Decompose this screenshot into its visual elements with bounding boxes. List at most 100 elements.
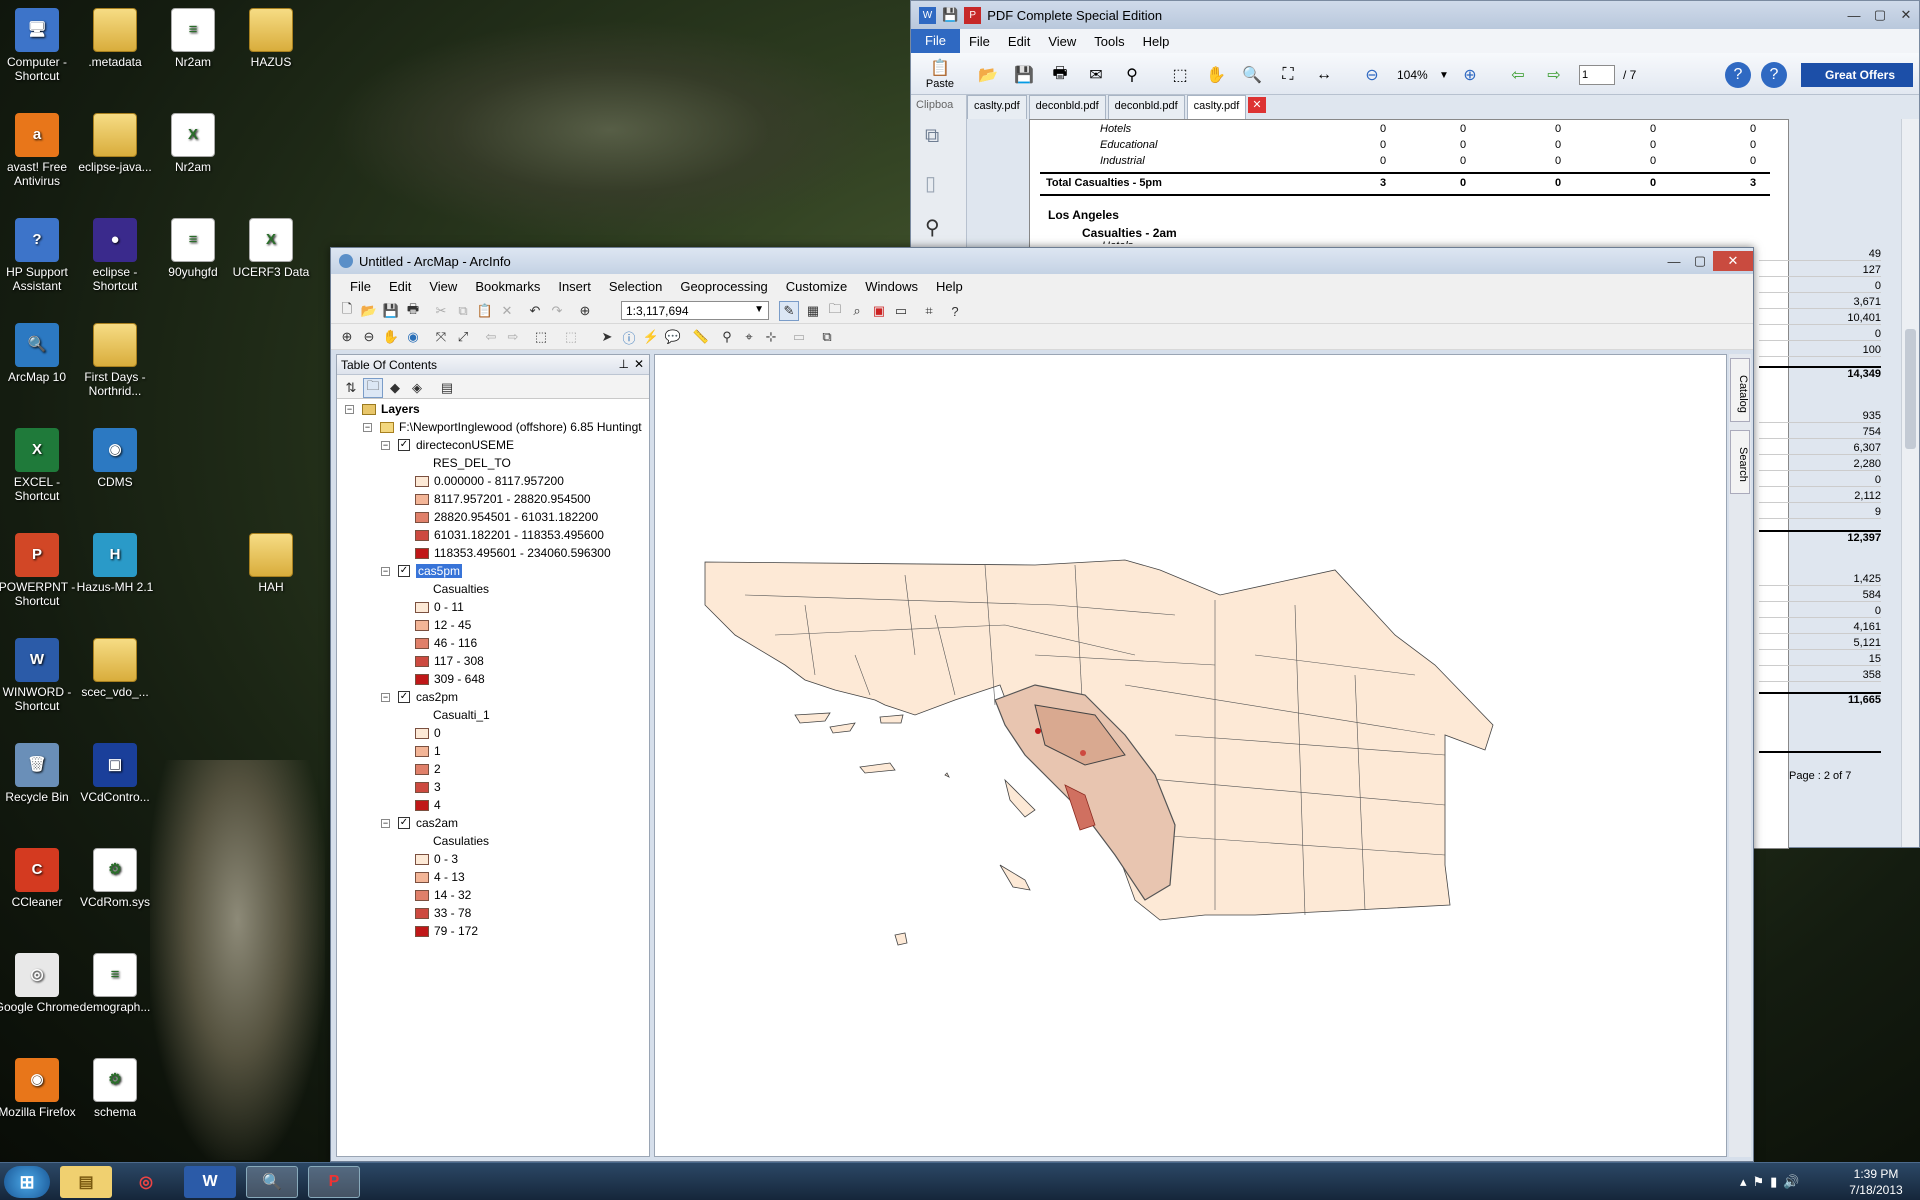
toc-group-layer[interactable]: − F:\NewportInglewood (offshore) 6.85 Hun… — [363, 419, 642, 435]
fit-width-icon[interactable]: ↔ — [1311, 62, 1337, 88]
hyperlink-icon[interactable]: ⚡ — [641, 327, 661, 347]
forward-icon[interactable]: ⇨ — [503, 327, 523, 347]
desktop-icon[interactable]: eclipse-java... — [71, 113, 159, 174]
desktop-icon[interactable]: ≡ demograph... — [71, 953, 159, 1014]
model-builder-icon[interactable]: ⌗ — [919, 301, 939, 321]
time-slider-icon[interactable]: ▭ — [789, 327, 809, 347]
pin-icon[interactable]: ⊥ — [619, 357, 629, 371]
paste-button[interactable]: 📋 Paste — [923, 55, 957, 93]
select-elements-icon[interactable]: ➤ — [597, 327, 617, 347]
tray-icons[interactable]: ▴⚑▮🔊 — [1740, 1174, 1806, 1190]
start-button[interactable]: ⊞ — [4, 1166, 50, 1198]
list-by-visibility-icon[interactable]: ◆ — [385, 378, 405, 398]
open-icon[interactable]: 📂 — [975, 62, 1001, 88]
save-icon[interactable]: 💾 — [381, 301, 401, 321]
toc-layer[interactable]: − ✓ directeconUSEME — [381, 437, 514, 453]
desktop-icon[interactable]: ◎ Google Chrome — [0, 953, 81, 1014]
desktop-icon[interactable]: W WINWORD - Shortcut — [0, 638, 81, 713]
menu-file[interactable]: File — [911, 29, 960, 53]
toc-layer[interactable]: − ✓ cas5pm — [381, 563, 463, 579]
python-icon[interactable]: ▭ — [891, 301, 911, 321]
email-icon[interactable]: ✉ — [1083, 62, 1109, 88]
desktop-icon[interactable]: ≡ Nr2am — [149, 8, 237, 69]
collapse-icon[interactable]: − — [345, 404, 354, 414]
menu-help[interactable]: Help — [1134, 34, 1179, 49]
chevron-down-icon[interactable]: ▼ — [1431, 62, 1457, 88]
close-tab-icon[interactable]: ✕ — [1248, 97, 1266, 113]
redo-icon[interactable]: ↷ — [547, 301, 567, 321]
menu-file-2[interactable]: File — [960, 34, 999, 49]
html-popup-icon[interactable]: 💬 — [663, 327, 683, 347]
menu-windows[interactable]: Windows — [856, 279, 927, 294]
back-icon[interactable]: ⇦ — [481, 327, 501, 347]
desktop-icon[interactable]: First Days - Northrid... — [71, 323, 159, 398]
undo-icon[interactable]: ↶ — [525, 301, 545, 321]
desktop-icon[interactable]: a avast! Free Antivirus — [0, 113, 81, 188]
explorer-taskbar-icon[interactable]: ▤ — [60, 1166, 112, 1198]
print-icon[interactable]: 🖶 — [403, 301, 423, 321]
toc-layer[interactable]: − ✓ cas2pm — [381, 689, 458, 705]
help-alt-icon[interactable]: ? — [1761, 62, 1787, 88]
find-icon[interactable]: ⚲ — [1119, 62, 1145, 88]
pdf-title-bar[interactable]: W 💾 P PDF Complete Special Edition — ▢ ✕ — [911, 1, 1919, 29]
great-offers-button[interactable]: Great Offers — [1801, 63, 1913, 87]
layer-visibility-checkbox[interactable]: ✓ — [398, 817, 410, 829]
desktop-icon[interactable]: ▣ VCdContro... — [71, 743, 159, 804]
identify-icon[interactable]: ⓘ — [619, 327, 639, 347]
menu-edit[interactable]: Edit — [999, 34, 1039, 49]
save-icon[interactable]: 💾 — [942, 7, 958, 23]
menu-help[interactable]: Help — [927, 279, 972, 294]
next-page-icon[interactable]: ⇨ — [1541, 62, 1567, 88]
arctoolbox-icon[interactable]: ▣ — [869, 301, 889, 321]
find-route-icon[interactable]: ⌖ — [739, 327, 759, 347]
full-extent-icon[interactable]: ◉ — [403, 327, 423, 347]
pdf-tab[interactable]: caslty.pdf — [1186, 95, 1247, 119]
word-taskbar-icon[interactable]: W — [184, 1166, 236, 1198]
close-button[interactable]: ✕ — [1893, 5, 1919, 25]
arcmap-taskbar-icon[interactable]: 🔍 — [246, 1166, 298, 1198]
desktop-icon[interactable]: ≡ 90yuhgfd — [149, 218, 237, 279]
map-scale-combo[interactable]: 1:3,117,694 ▼ — [621, 301, 769, 320]
list-by-drawing-order-icon[interactable]: ⇅ — [341, 378, 361, 398]
go-to-xy-icon[interactable]: ⊹ — [761, 327, 781, 347]
desktop-icon[interactable]: scec_vdo_... — [71, 638, 159, 699]
bookmark-icon[interactable]: ▯ — [925, 171, 936, 196]
desktop-icon[interactable]: HAH — [227, 533, 315, 594]
cut-icon[interactable]: ✂ — [431, 301, 451, 321]
select-features-icon[interactable]: ⬚ — [531, 327, 551, 347]
fixed-zoom-out-icon[interactable]: ⤢ — [453, 327, 473, 347]
viewer-icon[interactable]: ⧉ — [817, 327, 837, 347]
desktop-icon[interactable]: ⚙ VCdRom.sys — [71, 848, 159, 909]
clock[interactable]: 1:39 PM 7/18/2013 — [1836, 1166, 1916, 1198]
menu-insert[interactable]: Insert — [549, 279, 600, 294]
zoom-out-icon[interactable]: ⊖ — [359, 327, 379, 347]
desktop-icon[interactable]: HAZUS — [227, 8, 315, 69]
desktop-icon[interactable]: ◉ CDMS — [71, 428, 159, 489]
scroll-thumb[interactable] — [1905, 329, 1916, 449]
menu-view[interactable]: View — [420, 279, 466, 294]
desktop-icon[interactable]: .metadata — [71, 8, 159, 69]
maximize-button[interactable]: ▢ — [1867, 5, 1893, 25]
collapse-icon[interactable]: − — [381, 818, 390, 828]
pan-icon[interactable]: ✋ — [381, 327, 401, 347]
pdf-tab[interactable]: deconbld.pdf — [1028, 95, 1106, 119]
close-button[interactable]: ✕ — [1713, 251, 1753, 271]
list-by-source-icon[interactable]: 🗀 — [363, 378, 383, 398]
menu-customize[interactable]: Customize — [777, 279, 856, 294]
desktop-icon[interactable]: ◉ Mozilla Firefox — [0, 1058, 81, 1119]
chevron-down-icon[interactable]: ▼ — [754, 304, 764, 315]
layer-visibility-checkbox[interactable]: ✓ — [398, 439, 410, 451]
zoom-icon[interactable]: 🔍 — [1239, 62, 1265, 88]
collapse-icon[interactable]: − — [363, 422, 372, 432]
options-icon[interactable]: ▤ — [437, 378, 457, 398]
measure-icon[interactable]: 📏 — [691, 327, 711, 347]
menu-edit[interactable]: Edit — [380, 279, 420, 294]
pdf-tab[interactable]: caslty.pdf — [967, 95, 1027, 119]
list-by-selection-icon[interactable]: ◈ — [407, 378, 427, 398]
zoom-in-icon[interactable]: ⊕ — [337, 327, 357, 347]
prev-page-icon[interactable]: ⇦ — [1505, 62, 1531, 88]
minimize-button[interactable]: — — [1661, 251, 1687, 271]
close-icon[interactable]: ✕ — [634, 357, 644, 371]
zoom-in-icon[interactable]: ⊕ — [1457, 62, 1483, 88]
menu-tools[interactable]: Tools — [1085, 34, 1133, 49]
